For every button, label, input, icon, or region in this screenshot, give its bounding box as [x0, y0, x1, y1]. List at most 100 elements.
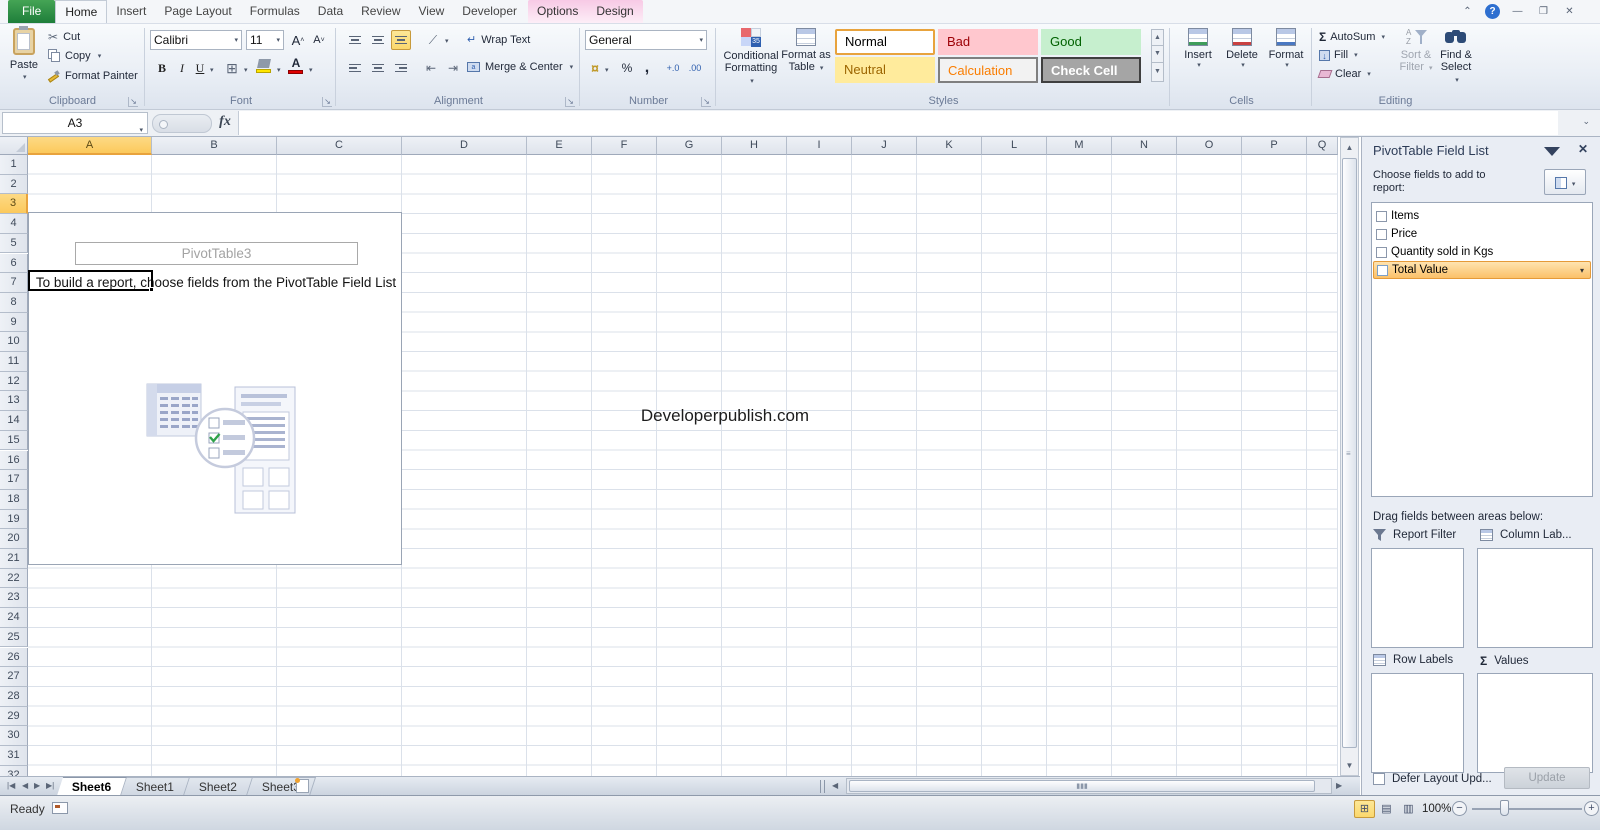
column-header-K[interactable]: K — [917, 137, 982, 155]
zoom-out-button[interactable]: − — [1452, 801, 1467, 816]
field-checkbox[interactable] — [1377, 265, 1388, 276]
decrease-decimal-button[interactable]: .00 — [685, 58, 705, 78]
row-header-19[interactable]: 19 — [0, 510, 28, 530]
increase-decimal-button[interactable]: +.0 — [663, 58, 683, 78]
macro-record-icon[interactable] — [52, 802, 68, 814]
vertical-scrollbar[interactable]: ▲ ≡ ▼ — [1340, 137, 1359, 776]
field-dropdown-icon[interactable]: ▾ — [1580, 266, 1584, 275]
column-header-P[interactable]: P — [1242, 137, 1307, 155]
accounting-dropdown[interactable]: ▾ — [605, 66, 609, 74]
column-header-C[interactable]: C — [277, 137, 402, 155]
column-header-J[interactable]: J — [852, 137, 917, 155]
column-header-Q[interactable]: Q — [1307, 137, 1338, 155]
percent-style-button[interactable]: % — [617, 58, 637, 78]
font-size-select[interactable]: 11▾ — [246, 30, 284, 50]
insert-function-button[interactable]: fx — [214, 114, 236, 134]
styles-scroll-up[interactable]: ▲ — [1151, 29, 1164, 46]
tab-page-layout[interactable]: Page Layout — [155, 0, 240, 23]
styles-scroll-down[interactable]: ▼ — [1151, 46, 1164, 63]
number-format-select[interactable]: General▾ — [585, 30, 707, 50]
row-header-24[interactable]: 24 — [0, 608, 28, 628]
styles-more-button[interactable]: ▼ — [1151, 63, 1164, 82]
row-header-1[interactable]: 1 — [0, 155, 28, 175]
row-header-17[interactable]: 17 — [0, 470, 28, 490]
format-cells-button[interactable]: Format▾ — [1265, 28, 1307, 69]
clipboard-dialog-launcher[interactable]: ↘ — [128, 97, 138, 107]
row-header-16[interactable]: 16 — [0, 451, 28, 471]
row-header-20[interactable]: 20 — [0, 529, 28, 549]
fill-color-button[interactable] — [256, 59, 272, 73]
font-color-dropdown[interactable]: ▾ — [309, 66, 313, 74]
horizontal-scrollbar[interactable]: ▮▮▮ — [846, 778, 1332, 794]
column-header-G[interactable]: G — [657, 137, 722, 155]
cell-style-neutral[interactable]: Neutral — [835, 57, 935, 83]
font-color-button[interactable]: A — [288, 56, 304, 74]
pivot-table-placeholder[interactable]: PivotTable3 To build a report, choose fi… — [28, 212, 402, 565]
field-checkbox[interactable] — [1376, 211, 1387, 222]
sort-filter-button[interactable]: AZ Sort &Filter ▾ — [1397, 28, 1435, 75]
next-sheet-icon[interactable]: ▶ — [31, 777, 43, 795]
row-header-2[interactable]: 2 — [0, 175, 28, 195]
borders-dropdown[interactable]: ▾ — [244, 66, 248, 74]
vertical-scroll-thumb[interactable]: ≡ — [1342, 158, 1357, 748]
tab-file[interactable]: File — [8, 0, 55, 23]
row-header-18[interactable]: 18 — [0, 490, 28, 510]
row-header-31[interactable]: 31 — [0, 746, 28, 766]
borders-button[interactable]: ⊞ — [222, 58, 242, 78]
fill-button[interactable]: ↓ Fill▾ — [1319, 49, 1358, 61]
underline-dropdown[interactable]: ▾ — [210, 66, 214, 74]
cell-style-normal[interactable]: Normal — [835, 29, 935, 55]
prev-sheet-icon[interactable]: ◀ — [19, 777, 31, 795]
tab-split-handle[interactable] — [820, 780, 825, 793]
row-header-10[interactable]: 10 — [0, 332, 28, 352]
row-header-11[interactable]: 11 — [0, 352, 28, 372]
find-select-button[interactable]: Find &Select ▾ — [1437, 28, 1475, 87]
align-middle-button[interactable] — [368, 30, 388, 50]
row-header-7[interactable]: 7 — [0, 273, 28, 293]
increase-indent-button[interactable]: ⇥ — [443, 58, 463, 78]
row-header-4[interactable]: 4 — [0, 214, 28, 234]
tab-options[interactable]: Options — [528, 0, 587, 23]
insert-worksheet-icon[interactable] — [296, 779, 309, 793]
sheet-tab-sheet2[interactable]: Sheet2 — [184, 777, 253, 796]
font-dialog-launcher[interactable]: ↘ — [322, 97, 332, 107]
last-sheet-icon[interactable]: ▶| — [43, 777, 57, 795]
copy-button[interactable]: Copy ▾ — [48, 49, 101, 62]
cell-style-calculation[interactable]: Calculation — [938, 57, 1038, 83]
row-header-14[interactable]: 14 — [0, 411, 28, 431]
field-list-layout-button[interactable]: ▾ — [1544, 169, 1586, 195]
tab-design[interactable]: Design — [587, 0, 642, 23]
row-header-6[interactable]: 6 — [0, 254, 28, 274]
row-header-30[interactable]: 30 — [0, 726, 28, 746]
number-dialog-launcher[interactable]: ↘ — [701, 97, 711, 107]
cell-style-bad[interactable]: Bad — [938, 29, 1038, 55]
delete-cells-button[interactable]: Delete▾ — [1221, 28, 1263, 69]
row-header-22[interactable]: 22 — [0, 569, 28, 589]
format-as-table-button[interactable]: Format asTable ▾ — [779, 28, 833, 75]
row-header-28[interactable]: 28 — [0, 687, 28, 707]
row-header-26[interactable]: 26 — [0, 648, 28, 668]
field-item-price[interactable]: Price — [1373, 225, 1591, 243]
column-header-A[interactable]: A — [28, 137, 152, 155]
row-header-12[interactable]: 12 — [0, 372, 28, 392]
grow-font-button[interactable]: A˄ — [288, 30, 308, 50]
collapse-ribbon-icon[interactable]: ⌃ — [1459, 5, 1476, 19]
orientation-button[interactable]: ⟋ — [423, 30, 443, 50]
tab-home[interactable]: Home — [55, 0, 107, 23]
selected-cell-a3[interactable] — [28, 270, 153, 291]
values-dropzone[interactable] — [1477, 673, 1593, 773]
sheet-tab-sheet1[interactable]: Sheet1 — [121, 777, 190, 796]
help-icon[interactable]: ? — [1485, 4, 1500, 19]
tab-formulas[interactable]: Formulas — [241, 0, 309, 23]
cell-style-check-cell[interactable]: Check Cell — [1041, 57, 1141, 83]
select-all-corner[interactable] — [0, 137, 28, 155]
scroll-right-icon[interactable]: ▶ — [1336, 779, 1342, 793]
field-checkbox[interactable] — [1376, 247, 1387, 258]
format-painter-button[interactable]: Format Painter — [48, 70, 138, 82]
scroll-left-icon[interactable]: ◀ — [832, 779, 838, 793]
report-filter-dropzone[interactable] — [1371, 548, 1464, 648]
field-checkbox[interactable] — [1376, 229, 1387, 240]
field-item-total-value[interactable]: Total Value▾ — [1373, 261, 1591, 279]
cell-style-good[interactable]: Good — [1041, 29, 1141, 55]
pane-close-icon[interactable]: ✕ — [1578, 142, 1588, 156]
